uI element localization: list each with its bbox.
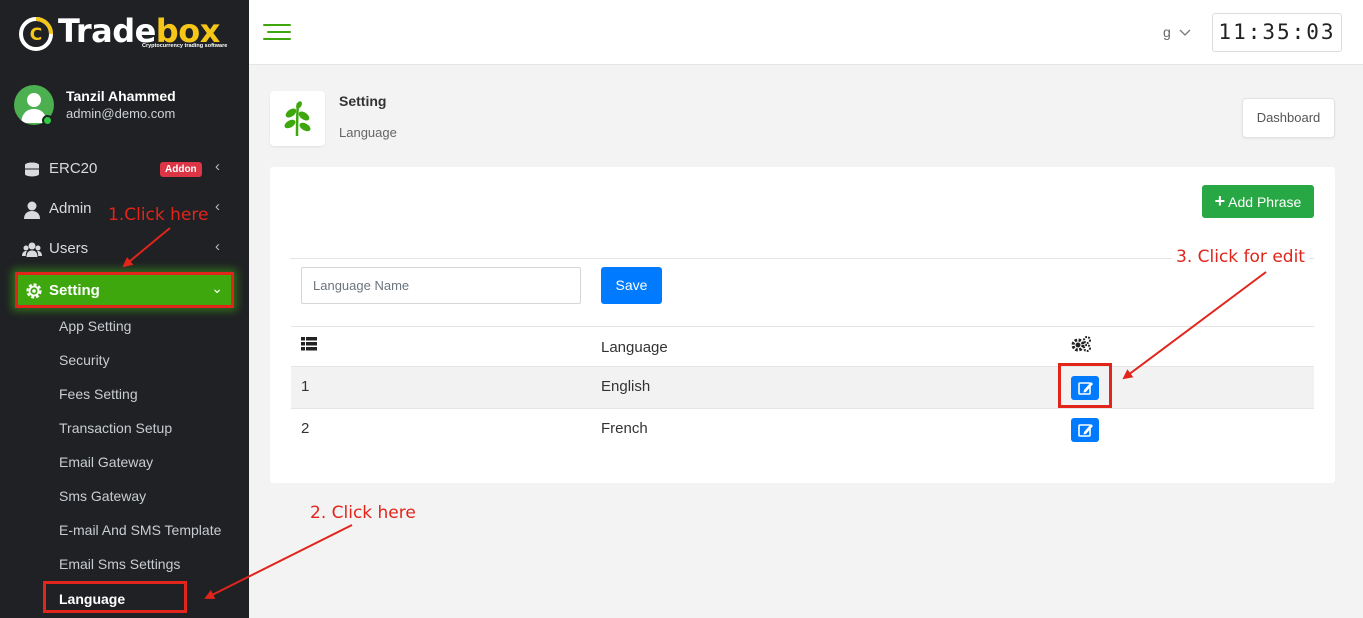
tradebox-logo-icon: C [19,17,53,51]
submenu-app-setting[interactable]: App Setting [59,318,131,334]
svg-text:C: C [30,25,42,45]
language-name-input[interactable] [301,267,581,304]
submenu-sms-gateway[interactable]: Sms Gateway [59,488,146,504]
submenu-fees-setting[interactable]: Fees Setting [59,386,138,402]
chevron-left-icon: ‹ [215,238,220,255]
row-id: 2 [301,420,310,437]
chevron-down-icon [1179,29,1191,36]
column-header-language: Language [601,339,668,356]
table-row: 1 English [291,366,1314,408]
row-id: 1 [301,378,310,395]
table-row: 2 French [291,408,1314,450]
language-table: Language 1 English 2 French [291,326,1314,450]
language-select[interactable]: g [1163,24,1191,40]
submenu-language-label: Language [59,591,126,607]
language-card: +Add Phrase Save Language 1 English [270,167,1335,483]
sidebar-item-label: ERC20 [49,160,98,177]
edit-highlight-box [1058,363,1112,408]
leaf-icon [284,101,311,137]
language-select-value: g [1163,24,1171,40]
sidebar-item-label: Admin [49,200,92,217]
dashboard-button[interactable]: Dashboard [1242,98,1335,138]
sidebar-item-users[interactable]: Users ‹ [22,234,228,264]
table-header-row: Language [291,326,1314,366]
gear-icon [26,283,42,299]
chevron-left-icon: ‹ [215,198,220,215]
addon-badge: Addon [160,162,202,177]
save-button[interactable]: Save [601,267,662,304]
sidebar: C Tradebox Cryptocurrency trading softwa… [0,0,249,618]
plus-icon: + [1214,191,1226,211]
user-email: admin@demo.com [66,106,176,121]
cogs-icon [1071,336,1091,352]
users-icon [22,242,42,257]
sidebar-item-label: Users [49,240,89,257]
user-profile[interactable]: Tanzil Ahammed admin@demo.com [14,85,239,127]
sidebar-item-label: Setting [49,282,100,299]
brand-tagline: Cryptocurrency trading software [142,43,228,49]
edit-button[interactable] [1071,418,1099,442]
chevron-left-icon: ‹ [215,158,220,175]
row-language: English [601,378,651,395]
sidebar-item-erc20[interactable]: ERC20 Addon ‹ [22,154,228,184]
annotation-step1: 1.Click here [108,205,209,225]
user-name: Tanzil Ahammed [66,88,176,104]
submenu-transaction-setup[interactable]: Transaction Setup [59,420,172,436]
add-phrase-button[interactable]: + Add Phrase [1202,185,1314,218]
add-phrase-label: Add Phrase [1228,194,1302,210]
page-icon-box [270,91,325,146]
list-icon [301,337,317,351]
coins-icon [25,162,39,177]
topbar: g 11:35:03 [249,0,1363,65]
divider [290,258,1314,259]
submenu-email-gateway[interactable]: Email Gateway [59,454,153,470]
digital-clock: 11:35:03 [1212,13,1342,52]
online-status-dot [42,115,53,126]
page-subtitle: Language [339,125,397,140]
row-language: French [601,420,648,437]
submenu-language[interactable]: Language [43,581,187,613]
sidebar-item-setting[interactable]: Setting ⌄ [15,272,234,308]
chevron-down-icon: ⌄ [211,280,223,296]
annotation-step3: 3. Click for edit [1172,247,1309,267]
submenu-security[interactable]: Security [59,352,110,368]
user-tie-icon [24,201,40,219]
menu-toggle-icon[interactable] [263,24,291,42]
edit-icon [1078,424,1093,437]
annotation-step2: 2. Click here [310,503,416,523]
brand-logo[interactable]: C Tradebox Cryptocurrency trading softwa… [18,12,233,52]
submenu-email-sms-settings[interactable]: Email Sms Settings [59,556,180,572]
page-title: Setting [339,93,387,109]
submenu-email-sms-template[interactable]: E-mail And SMS Template [59,522,221,538]
